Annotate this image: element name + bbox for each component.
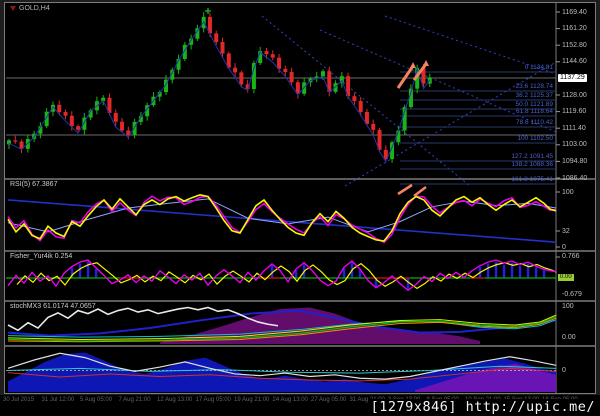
candle-body [69,115,74,127]
chart-canvas[interactable] [0,0,600,416]
candle-body [233,67,238,73]
rsi-yellow-line [7,194,557,242]
candle-body [132,121,137,135]
candle-body [358,101,363,112]
candle-body [264,51,269,55]
dotted-trendline [319,29,557,133]
fisher-histogram-bar [78,263,82,278]
fib-level-label: 23.6 1128.74 [515,83,553,90]
fib-level-label: 38.2 1125.37 [515,92,553,99]
candle-body [352,96,357,102]
time-axis[interactable] [0,395,380,409]
fisher-histogram-bar [94,268,98,278]
fisher-histogram-bar [502,264,506,278]
candle-body [289,72,294,83]
symbol-triangle-icon [10,6,16,11]
fisher-histogram-bar [534,267,538,278]
signal-arrow-head [423,60,429,66]
watermark: [1279x846] http://upic.me/ [367,399,598,415]
fisher-indicator-label: Fisher_Yur4ik 0.254 [10,253,73,260]
fisher-histogram-bar [518,266,522,278]
fisher-histogram-bar [486,263,490,278]
candle-body [239,72,244,85]
fib-level-label: 138.2 1088.36 [511,161,553,168]
stoch-indicator-label: stochMX3 61.0174 47.0657 [10,303,96,310]
price-axis[interactable] [556,2,597,394]
signal-arrow-head [410,62,416,68]
candle-body [63,112,68,116]
candle-body [113,112,118,122]
fisher-histogram-bar [406,278,410,290]
candle-body [57,104,62,113]
mt4-chart-window: GOLD,H4 RSI(5) 67.3867 Fisher_Yur4ik 0.2… [0,0,600,416]
fib-level-label: 100 1102.50 [517,135,553,142]
fib-level-label: 61.8 1118.64 [516,108,553,115]
fisher-histogram-bar [542,270,546,278]
candle-body [270,54,275,58]
candle-body [283,68,288,73]
fib-level-label: 78.6 1110.42 [516,119,553,126]
rsi-signal-arrow-icon [413,185,427,198]
symbol-period-label: GOLD,H4 [10,5,50,12]
ma-line [8,20,431,163]
fib-level-label: 0 1134.81 [524,64,553,71]
candle-body [76,126,81,130]
candle-body [120,121,125,131]
fib-level-label: 161.8 1075.41 [511,176,553,183]
candle-body [321,71,325,77]
candle-body [214,33,219,43]
rsi-indicator-label: RSI(5) 67.3867 [10,181,58,188]
fib-level-label: 127.2 1091.45 [511,153,553,160]
symbol-text: GOLD,H4 [19,5,50,12]
fisher-signal-line [16,262,557,290]
candle-body [13,140,18,142]
candle-body [371,123,376,130]
candle-body [251,63,256,90]
candle-body [220,42,225,54]
rsi-signal-arrow-icon [397,183,413,196]
